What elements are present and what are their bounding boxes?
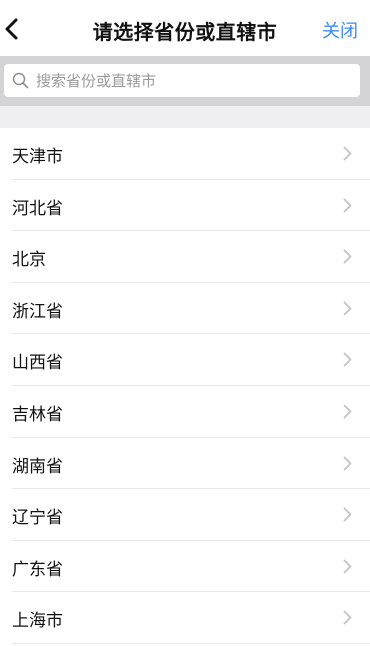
search-box[interactable] — [4, 64, 360, 97]
list-item[interactable]: 湖南省 — [0, 437, 370, 490]
list-item[interactable]: 河北省 — [0, 179, 370, 232]
list-item-label: 山西省 — [12, 353, 63, 374]
chevron-right-icon — [343, 301, 352, 316]
list-item-label: 湖南省 — [12, 456, 63, 477]
close-button[interactable]: 关闭 — [322, 17, 358, 43]
chevron-right-icon — [343, 507, 352, 522]
chevron-right-icon — [343, 352, 352, 367]
search-bar — [0, 56, 370, 106]
list-item-label: 天津市 — [12, 147, 63, 167]
list-item[interactable]: 辽宁省 — [0, 489, 370, 541]
chevron-right-icon — [343, 146, 352, 161]
list-item[interactable]: 浙江省 — [0, 282, 370, 335]
chevron-right-icon — [343, 198, 352, 212]
list-item-label: 广东省 — [12, 559, 63, 580]
section-divider — [0, 106, 370, 128]
search-icon — [12, 72, 29, 89]
chevron-right-icon — [343, 610, 352, 625]
list-item[interactable]: 上海市 — [0, 592, 370, 644]
list-item-label: 北京 — [12, 250, 46, 271]
chevron-right-icon — [343, 456, 352, 470]
list-item-label: 辽宁省 — [12, 508, 63, 529]
list-item-label: 浙江省 — [12, 301, 63, 322]
search-input[interactable] — [36, 64, 351, 97]
list-item[interactable]: 山西省 — [0, 334, 370, 386]
page-title: 请选择省份或直辖市 — [92, 20, 278, 44]
chevron-right-icon — [343, 249, 352, 264]
list-item-label: 上海市 — [12, 611, 63, 632]
province-list: 天津市 河北省 北京 浙江省 山西省 吉林省 湖南省 辽宁省 广东省 上海市 — [0, 128, 370, 644]
chevron-right-icon — [343, 559, 352, 574]
chevron-right-icon — [343, 404, 352, 419]
list-item-label: 吉林省 — [12, 404, 63, 425]
list-item[interactable]: 吉林省 — [0, 385, 370, 438]
navigation-bar: 请选择省份或直辖市 关闭 — [0, 0, 370, 56]
list-item[interactable]: 天津市 — [0, 128, 370, 180]
list-item[interactable]: 广东省 — [0, 540, 370, 593]
list-item[interactable]: 北京 — [0, 231, 370, 283]
list-item-label: 河北省 — [12, 198, 63, 219]
